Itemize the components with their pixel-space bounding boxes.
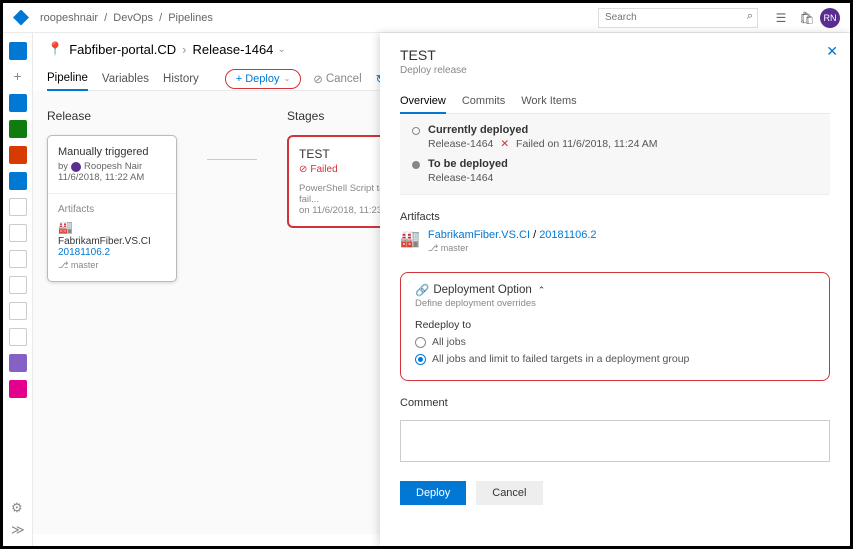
breadcrumb-section[interactable]: Pipelines — [168, 12, 213, 24]
comment-label: Comment — [400, 397, 830, 409]
panel-subtitle: Deploy release — [400, 65, 830, 76]
redeploy-to-label: Redeploy to — [415, 319, 815, 331]
artifact-name: FabrikamFiber.VS.CI — [58, 236, 166, 247]
settings-gear-icon[interactable]: ⚙ — [11, 500, 23, 516]
artifact-version[interactable]: 20181106.2 — [58, 247, 166, 258]
shopping-bag-icon[interactable]: 🛍 — [799, 10, 815, 26]
tab-variables[interactable]: Variables — [102, 68, 149, 90]
release-column-header: Release — [47, 109, 177, 123]
artifact-icon: 🏭 — [400, 229, 420, 249]
failed-x-icon: ✕ — [500, 138, 509, 150]
nav-item-icon[interactable] — [9, 250, 27, 268]
search-input[interactable] — [598, 8, 758, 28]
search-icon[interactable]: ⌕ — [747, 10, 753, 23]
breadcrumb-org[interactable]: roopeshnair — [40, 12, 98, 24]
cancel-button[interactable]: ⊘Cancel — [313, 72, 361, 86]
artifact-branch: ⎇ master — [428, 243, 597, 254]
panel-title: TEST — [400, 47, 830, 63]
connector-line — [207, 159, 257, 160]
deployment-option-section: 🔗Deployment Option⌃ Define deployment ov… — [400, 272, 830, 381]
deploy-button[interactable]: Deploy⌄ — [225, 69, 301, 89]
nav-boards-icon[interactable] — [9, 94, 27, 112]
link-icon: 🔗 — [415, 283, 429, 297]
artifact-name-link[interactable]: FabrikamFiber.VS.CI — [428, 229, 530, 241]
currently-deployed-value: Release-1464 ✕ Failed on 11/6/2018, 11:2… — [428, 138, 658, 150]
release-icon: 📍 — [47, 41, 63, 57]
comment-input[interactable] — [400, 420, 830, 462]
breadcrumb: roopeshnair / DevOps / Pipelines — [37, 12, 598, 24]
nav-item-icon[interactable] — [9, 328, 27, 346]
bullet-icon — [412, 161, 420, 169]
radio-failed-targets[interactable]: All jobs and limit to failed targets in … — [415, 353, 815, 365]
nav-pipelines-icon[interactable] — [9, 146, 27, 164]
avatar[interactable]: RN — [820, 8, 840, 28]
nav-artifacts-icon[interactable] — [9, 354, 27, 372]
currently-deployed-label: Currently deployed — [428, 124, 658, 136]
nav-overview-icon[interactable] — [9, 42, 27, 60]
deploy-panel: ✕ TEST Deploy release Overview Commits W… — [380, 33, 850, 546]
trigger-date: 11/6/2018, 11:22 AM — [58, 172, 166, 183]
nav-tests-icon[interactable] — [9, 172, 27, 190]
left-nav-rail: + ⚙ ≫ — [3, 33, 33, 546]
bullet-icon — [412, 127, 420, 135]
panel-tab-work-items[interactable]: Work Items — [521, 90, 576, 113]
artifact-branch: ⎇ master — [58, 260, 166, 271]
to-be-deployed-label: To be deployed — [428, 158, 508, 170]
artifact-icon: 🏭 — [58, 220, 166, 234]
breadcrumb-project[interactable]: DevOps — [113, 12, 153, 24]
to-be-deployed-value: Release-1464 — [428, 172, 508, 184]
nav-item-icon[interactable] — [9, 276, 27, 294]
nav-item-icon[interactable] — [9, 224, 27, 242]
list-icon[interactable]: ☰ — [773, 10, 789, 26]
deployment-option-header[interactable]: 🔗Deployment Option⌃ — [415, 283, 815, 297]
artifact-version-link[interactable]: 20181106.2 — [539, 229, 596, 241]
tab-history[interactable]: History — [163, 68, 199, 90]
collapse-icon[interactable]: ≫ — [11, 522, 25, 538]
close-icon[interactable]: ✕ — [826, 43, 838, 60]
deployment-option-sub: Define deployment overrides — [415, 298, 815, 309]
release-name[interactable]: Release-1464 — [192, 42, 273, 57]
panel-deploy-button[interactable]: Deploy — [400, 481, 466, 505]
user-avatar-icon — [71, 162, 81, 172]
top-bar: roopeshnair / DevOps / Pipelines ⌕ ☰ 🛍 R… — [3, 3, 850, 33]
panel-cancel-button[interactable]: Cancel — [476, 481, 542, 505]
panel-tab-commits[interactable]: Commits — [462, 90, 505, 113]
release-card[interactable]: Manually triggered byRoopesh Nair 11/6/2… — [47, 135, 177, 282]
nav-item-icon[interactable] — [9, 198, 27, 216]
chevron-down-icon[interactable]: ⌄ — [277, 44, 285, 55]
pipeline-name[interactable]: Fabfiber-portal.CD — [69, 42, 176, 57]
triggered-by: byRoopesh Nair — [58, 161, 166, 172]
nav-repos-icon[interactable] — [9, 120, 27, 138]
chevron-up-icon: ⌃ — [538, 285, 546, 296]
nav-item-icon[interactable] — [9, 302, 27, 320]
tab-pipeline[interactable]: Pipeline — [47, 67, 88, 91]
artifacts-label: Artifacts — [58, 204, 166, 215]
nav-add-icon[interactable]: + — [9, 68, 27, 86]
trigger-label: Manually triggered — [58, 146, 166, 158]
radio-all-jobs[interactable]: All jobs — [415, 336, 815, 348]
panel-artifacts-label: Artifacts — [400, 211, 830, 223]
panel-tab-overview[interactable]: Overview — [400, 90, 446, 114]
nav-item-icon[interactable] — [9, 380, 27, 398]
azure-devops-logo[interactable] — [13, 10, 29, 26]
